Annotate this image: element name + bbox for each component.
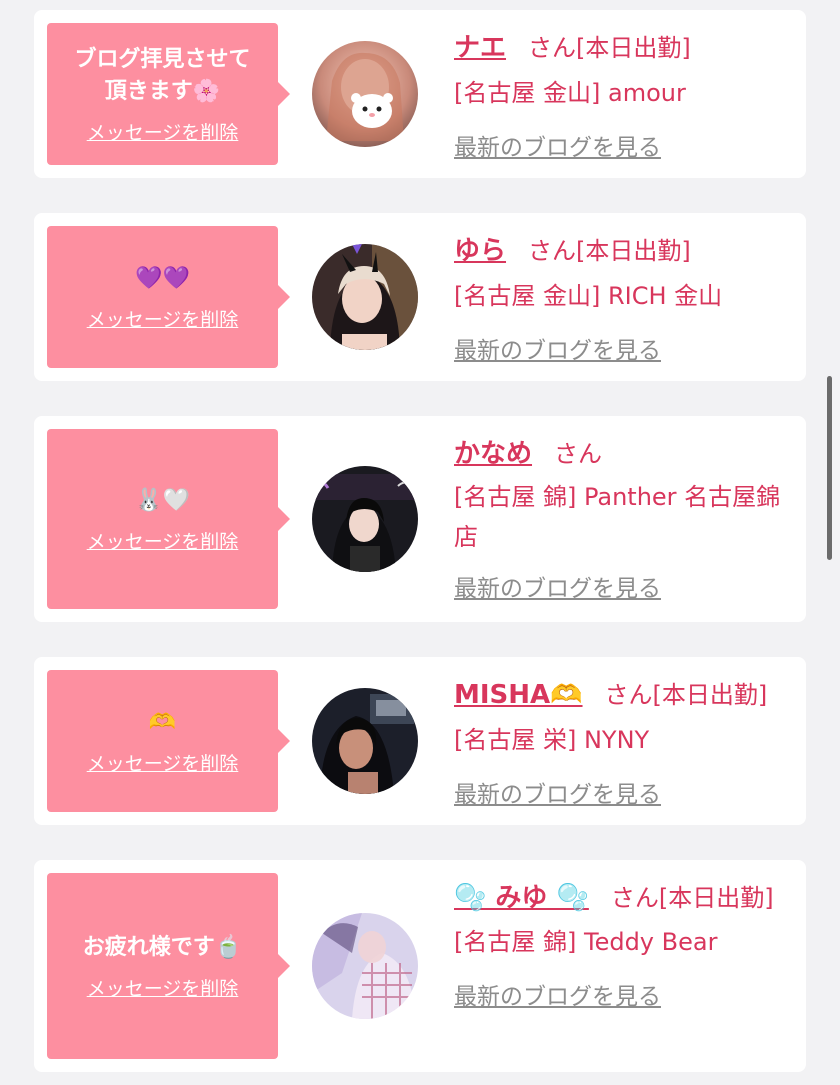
name-row: かなめ さん: [454, 432, 794, 477]
name-row: ナエ さん[本日出勤]: [454, 26, 794, 71]
avatar-photo-icon: [312, 41, 418, 147]
avatar[interactable]: [312, 41, 418, 147]
name-row: 🫧 みゆ 🫧 さん[本日出勤]: [454, 876, 794, 920]
latest-blog-link[interactable]: 最新のブログを見る: [454, 567, 661, 612]
avatar-photo-icon: [312, 244, 418, 350]
status-suffix: さん[本日出勤]: [604, 681, 768, 709]
name-row: ゆら さん[本日出勤]: [454, 229, 794, 274]
message-line: 🫶: [148, 709, 177, 735]
avatar-photo-icon: [312, 913, 418, 1019]
message-bubble: お疲れ様です🍵 メッセージを削除: [47, 873, 290, 1059]
avatar[interactable]: [312, 688, 418, 794]
delete-message-link[interactable]: メッセージを削除: [87, 118, 239, 145]
profile-name-link[interactable]: ナエ: [454, 33, 506, 63]
message-text: 💜💜: [125, 263, 200, 295]
latest-blog-link[interactable]: 最新のブログを見る: [454, 329, 661, 374]
message-card: 🐰🤍 メッセージを削除 かなめ さん [名古屋 錦] Panther 名古屋錦店 …: [34, 416, 806, 622]
profile-info: ゆら さん[本日出勤] [名古屋 金山] RICH 金山 最新のブログを見る: [454, 229, 794, 374]
message-bubble: 🫶 メッセージを削除: [47, 670, 290, 812]
avatar[interactable]: [312, 913, 418, 1019]
message-line: 🐰🤍: [135, 487, 190, 513]
profile-info: MISHA🫶 さん[本日出勤] [名古屋 栄] NYNY 最新のブログを見る: [454, 673, 794, 818]
profile-info: かなめ さん [名古屋 錦] Panther 名古屋錦店 最新のブログを見る: [454, 432, 794, 612]
message-line: お疲れ様です🍵: [82, 934, 243, 960]
profile-name-link[interactable]: MISHA🫶: [454, 680, 583, 710]
avatar-photo-icon: [312, 688, 418, 794]
message-bubble: ブログ拝見させて 頂きます🌸 メッセージを削除: [47, 23, 290, 165]
message-line: 💜💜: [135, 265, 190, 291]
message-card: 💜💜 メッセージを削除 ゆらさん[本日出勤] [名古屋 金山] RICH 金山: [34, 213, 806, 381]
latest-blog-link[interactable]: 最新のブログを見る: [454, 126, 661, 171]
message-bubble: 🐰🤍 メッセージを削除: [47, 429, 290, 609]
delete-message-link[interactable]: メッセージを削除: [87, 974, 239, 1001]
message-line: ブログ拝見させて: [74, 46, 251, 72]
message-text: 🐰🤍: [125, 485, 200, 517]
shop-location: [名古屋 金山] amour: [454, 79, 686, 107]
shop-location: [名古屋 金山] RICH 金山: [454, 282, 723, 310]
latest-blog-link[interactable]: 最新のブログを見る: [454, 773, 661, 818]
status-suffix: さん[本日出勤]: [528, 34, 691, 62]
delete-message-link[interactable]: メッセージを削除: [87, 305, 239, 332]
shop-location: [名古屋 栄] NYNY: [454, 726, 650, 754]
profile-name-link[interactable]: かなめ: [454, 439, 532, 469]
avatar[interactable]: [312, 466, 418, 572]
profile-name-link[interactable]: 🫧 みゆ 🫧: [454, 883, 589, 913]
profile-name-link[interactable]: ゆら: [454, 236, 506, 266]
latest-blog-link[interactable]: 最新のブログを見る: [454, 975, 661, 1020]
profile-info: 🫧 みゆ 🫧 さん[本日出勤] [名古屋 錦] Teddy Bear 最新のブログ…: [454, 876, 794, 1020]
vertical-scrollbar[interactable]: [827, 376, 832, 560]
status-suffix: さん: [554, 440, 603, 468]
message-text: 🫶: [139, 707, 186, 739]
avatar-photo-icon: [312, 466, 418, 572]
profile-info: ナエ さん[本日出勤] [名古屋 金山] amour 最新のブログを見る: [454, 26, 794, 171]
message-text: お疲れ様です🍵: [73, 932, 252, 964]
shop-location: [名古屋 錦] Teddy Bear: [454, 928, 718, 956]
avatar[interactable]: [312, 244, 418, 350]
delete-message-link[interactable]: メッセージを削除: [87, 527, 239, 554]
name-row: MISHA🫶 さん[本日出勤]: [454, 673, 794, 718]
status-suffix: さん[本日出勤]: [610, 884, 774, 912]
message-line: 頂きます🌸: [104, 78, 221, 104]
message-bubble: 💜💜 メッセージを削除: [47, 226, 290, 368]
message-text: ブログ拝見させて 頂きます🌸: [64, 44, 260, 108]
shop-location: [名古屋 錦] Panther 名古屋錦店: [454, 483, 781, 551]
message-card: 🫶 メッセージを削除 MISHA🫶 さん[本日出勤] [名古屋 栄] NYNY 最…: [34, 657, 806, 825]
delete-message-link[interactable]: メッセージを削除: [87, 749, 239, 776]
message-list-page: ブログ拝見させて 頂きます🌸 メッセージを削除 ナエ さん[本日出勤] [名古屋…: [0, 0, 840, 1085]
status-suffix: さん[本日出勤]: [528, 237, 691, 265]
message-card: お疲れ様です🍵 メッセージを削除 🫧 みゆ 🫧 さん[本日出勤] [名古屋 錦] …: [34, 860, 806, 1072]
message-card: ブログ拝見させて 頂きます🌸 メッセージを削除 ナエ さん[本日出勤] [名古屋…: [34, 10, 806, 178]
